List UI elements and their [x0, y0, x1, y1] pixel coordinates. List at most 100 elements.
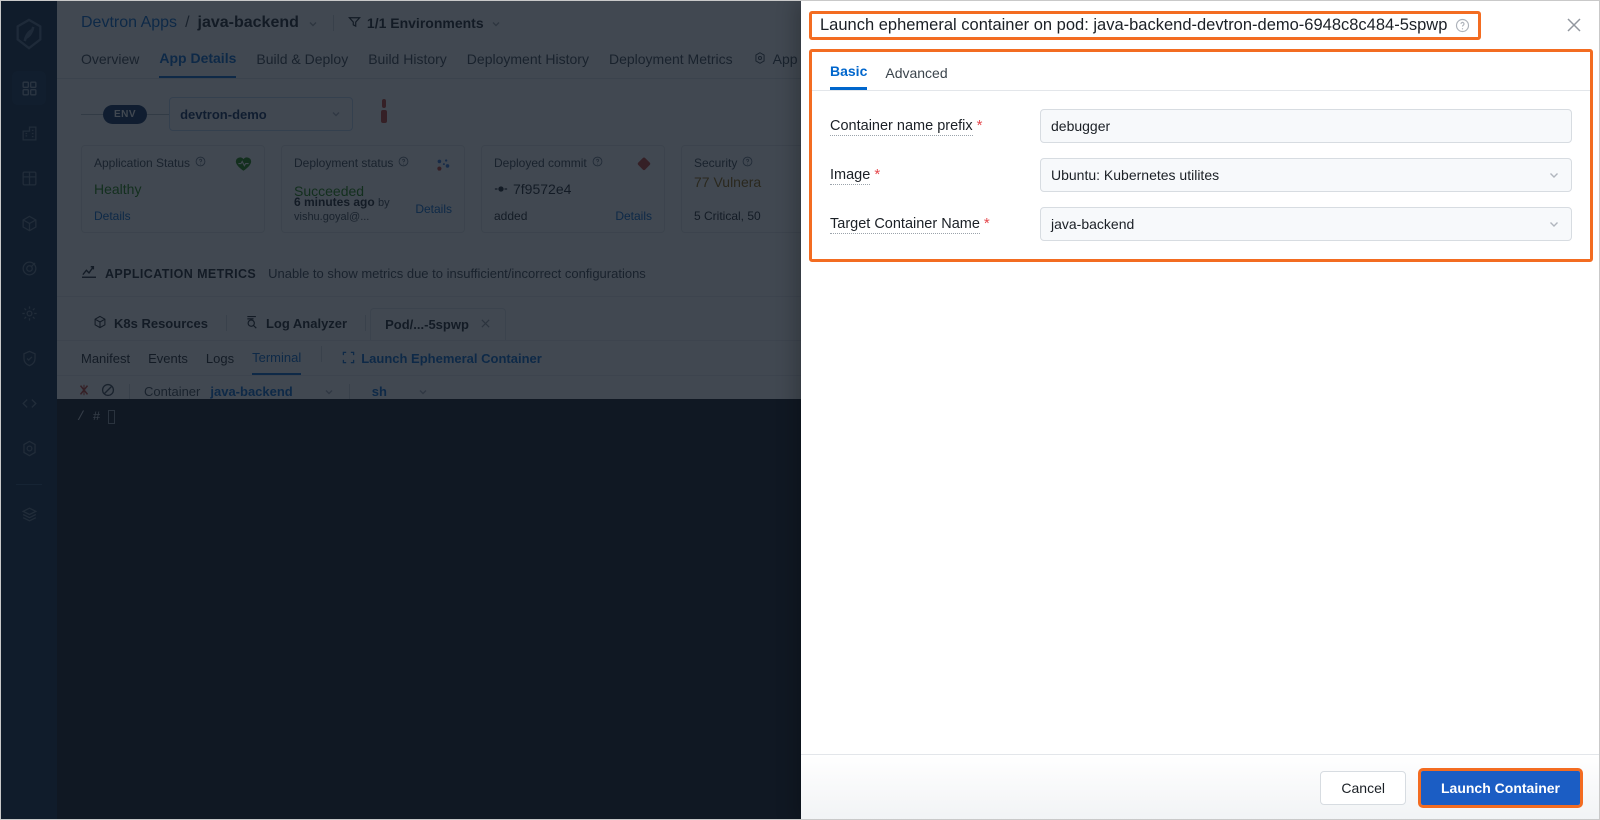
environments-selector[interactable]: 1/1 Environments	[347, 15, 502, 31]
screenshot-root: Devtron Apps / java-backend 1/1 Environm…	[0, 0, 1600, 820]
divider	[225, 315, 227, 331]
sidebar-item-global-config[interactable]	[12, 296, 46, 330]
tab-k8s-resources[interactable]: K8s Resources	[79, 307, 222, 340]
launch-ephemeral-label: Launch Ephemeral Container	[361, 351, 542, 366]
tab-deployment-metrics[interactable]: Deployment Metrics	[609, 45, 733, 77]
terminal-container-select[interactable]: java-backend	[210, 384, 334, 399]
breadcrumb-separator: /	[185, 14, 190, 31]
cancel-button[interactable]: Cancel	[1320, 771, 1406, 805]
help-circle-icon[interactable]	[1455, 18, 1470, 33]
subtab-events[interactable]: Events	[148, 342, 188, 374]
sidebar-item-targets[interactable]	[12, 251, 46, 285]
card-deployment-status[interactable]: Deployment status Succeeded 6 minutes ag…	[281, 145, 465, 233]
tab-deployment-history[interactable]: Deployment History	[467, 45, 589, 77]
environment-select-value: devtron-demo	[180, 106, 267, 122]
launch-ephemeral-container-modal: Launch ephemeral container on pod: java-…	[801, 1, 1599, 819]
subtab-logs[interactable]: Logs	[206, 342, 234, 374]
sidebar-item-applications[interactable]	[12, 71, 46, 105]
tab-build-and-deploy[interactable]: Build & Deploy	[256, 45, 348, 77]
divider	[129, 383, 130, 400]
terminal-disconnect-icon[interactable]	[77, 383, 91, 400]
image-select[interactable]: Ubuntu: Kubernetes utilites	[1040, 158, 1572, 192]
connector-line	[81, 113, 103, 115]
launch-container-highlight: Launch Container	[1417, 768, 1583, 808]
field-label-text: Target Container Name	[830, 215, 980, 234]
terminal-shell-select[interactable]: sh	[372, 384, 429, 399]
chevron-down-icon	[417, 386, 429, 398]
target-container-name-select[interactable]: java-backend	[1040, 207, 1572, 241]
container-name-prefix-input[interactable]: debugger	[1040, 109, 1572, 143]
help-circle-icon[interactable]	[742, 156, 753, 170]
tab-log-analyzer[interactable]: Log Analyzer	[231, 307, 361, 340]
close-icon[interactable]	[480, 317, 491, 332]
sidebar-item-clusters[interactable]	[12, 206, 46, 240]
card-details-link[interactable]: Details	[615, 209, 652, 223]
tab-overview[interactable]: Overview	[81, 45, 139, 77]
card-details-link[interactable]: Details	[94, 209, 131, 223]
devtron-logo-icon[interactable]	[12, 17, 46, 51]
rail-divider	[16, 484, 42, 485]
deployment-spinner-icon	[434, 156, 452, 179]
help-circle-icon[interactable]	[592, 156, 603, 170]
field-value: java-backend	[1051, 216, 1135, 232]
tab-app-details[interactable]: App Details	[159, 44, 237, 78]
modal-title: Launch ephemeral container on pod: java-…	[820, 15, 1448, 34]
card-title-text: Deployment status	[294, 156, 394, 170]
left-icon-rail	[1, 1, 57, 819]
metrics-subtitle: Unable to show metrics due to insufficie…	[268, 266, 646, 281]
card-footer-text: added	[494, 209, 528, 223]
tab-build-history[interactable]: Build History	[368, 45, 447, 77]
environment-select[interactable]: devtron-demo	[169, 97, 354, 131]
divider	[365, 315, 367, 331]
sidebar-item-chart-store[interactable]	[12, 116, 46, 150]
field-label: Image *	[830, 166, 1040, 185]
modal-header: Launch ephemeral container on pod: java-…	[801, 1, 1599, 49]
expand-brackets-icon	[342, 351, 355, 367]
modal-footer: Cancel Launch Container	[801, 754, 1599, 819]
sidebar-item-security[interactable]	[12, 341, 46, 375]
tab-pod-terminal[interactable]: Pod/...-5spwp	[370, 308, 506, 340]
git-diamond-icon	[636, 156, 652, 177]
sidebar-item-stacks[interactable]	[12, 497, 46, 531]
chevron-down-icon	[323, 386, 335, 398]
chevron-down-icon	[330, 108, 342, 120]
chevron-down-icon	[1547, 168, 1561, 182]
sidebar-item-settings[interactable]	[12, 431, 46, 465]
breadcrumb-current: java-backend	[197, 14, 299, 31]
breadcrumb-root[interactable]: Devtron Apps	[81, 14, 177, 32]
tab-pod-terminal-label: Pod/...-5spwp	[385, 317, 469, 332]
field-label-text: Container name prefix	[830, 117, 973, 136]
close-icon[interactable]	[1563, 14, 1585, 36]
env-badge: ENV	[103, 104, 148, 124]
field-value: debugger	[1051, 118, 1111, 134]
field-value: Ubuntu: Kubernetes utilites	[1051, 167, 1220, 183]
connector-line	[147, 113, 170, 115]
heart-health-icon	[235, 156, 252, 177]
pin-marker-icon	[379, 98, 389, 130]
tab-basic[interactable]: Basic	[830, 60, 868, 90]
field-container-name-prefix: Container name prefix * debugger	[830, 109, 1572, 143]
subtab-manifest[interactable]: Manifest	[81, 342, 130, 374]
sidebar-item-code[interactable]	[12, 386, 46, 420]
tab-advanced[interactable]: Advanced	[885, 62, 947, 89]
card-title-text: Deployed commit	[494, 156, 587, 170]
launch-container-button[interactable]: Launch Container	[1420, 771, 1580, 805]
help-circle-icon[interactable]	[398, 156, 409, 170]
field-label: Target Container Name *	[830, 215, 1040, 234]
sidebar-item-resource-browser[interactable]	[12, 161, 46, 195]
card-details-link[interactable]: Details	[415, 202, 452, 216]
card-application-status[interactable]: Application Status Healthy Details	[81, 145, 265, 233]
card-deployed-commit[interactable]: Deployed commit 7f9572e4 added Details	[481, 145, 665, 233]
subtab-terminal[interactable]: Terminal	[252, 341, 302, 375]
chevron-down-icon[interactable]	[307, 17, 319, 29]
divider	[348, 383, 350, 400]
tab-log-analyzer-label: Log Analyzer	[265, 316, 348, 331]
chevron-down-icon	[1547, 217, 1561, 231]
help-circle-icon[interactable]	[195, 156, 206, 170]
card-value: 7f9572e4	[513, 181, 572, 197]
required-marker: *	[976, 116, 983, 134]
chevron-down-icon[interactable]	[490, 17, 502, 29]
no-entry-icon[interactable]	[101, 383, 115, 400]
launch-ephemeral-container-link[interactable]: Launch Ephemeral Container	[342, 342, 542, 375]
modal-tabs: Basic Advanced	[812, 52, 1590, 91]
